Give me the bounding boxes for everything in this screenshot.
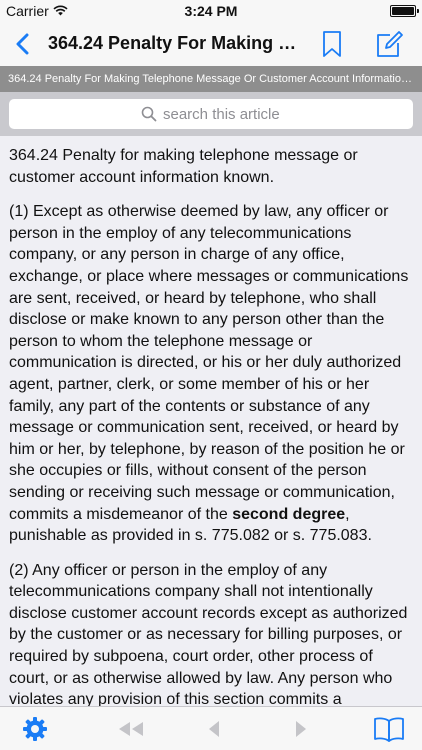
rewind-icon	[119, 722, 143, 736]
article-heading: 364.24 Penalty for making telephone mess…	[9, 147, 358, 186]
next-icon	[296, 721, 306, 737]
article-body: 364.24 Penalty for making telephone mess…	[0, 136, 422, 706]
bookmark-button[interactable]	[320, 30, 344, 58]
page-title: 364.24 Penalty For Making T...	[48, 33, 300, 53]
bottom-toolbar	[0, 706, 422, 750]
navigation-bar: 364.24 Penalty For Making T...	[0, 22, 422, 66]
gear-icon	[23, 717, 47, 741]
status-bar: Carrier 3:24 PM	[0, 0, 422, 22]
book-button[interactable]	[372, 716, 406, 742]
article-paragraph-1: (1) Except as otherwise deemed by law, a…	[9, 201, 413, 547]
settings-button[interactable]	[21, 716, 49, 742]
article-subtitle: 364.24 Penalty For Making Telephone Mess…	[0, 66, 422, 92]
battery-icon	[390, 5, 419, 17]
search-area	[0, 92, 422, 136]
compose-button[interactable]	[374, 30, 404, 58]
back-button[interactable]	[10, 31, 34, 57]
search-icon	[141, 106, 157, 122]
paragraph-1-bold-text: second degree	[232, 505, 346, 523]
bookmark-icon	[323, 31, 341, 57]
rewind-button[interactable]	[116, 716, 146, 742]
chevron-left-icon	[16, 33, 29, 55]
book-icon	[374, 717, 404, 742]
paragraph-1-text-start: (1) Except as otherwise deemed by law, a…	[9, 203, 409, 523]
status-time: 3:24 PM	[184, 3, 238, 19]
search-field[interactable]	[9, 99, 413, 129]
search-input[interactable]	[163, 99, 403, 129]
next-button[interactable]	[291, 716, 311, 742]
battery-fill	[392, 7, 414, 15]
compose-icon	[377, 31, 403, 57]
article-paragraph-2: (2) Any officer or person in the employ …	[9, 561, 408, 706]
previous-icon	[209, 721, 219, 737]
previous-button[interactable]	[204, 716, 224, 742]
